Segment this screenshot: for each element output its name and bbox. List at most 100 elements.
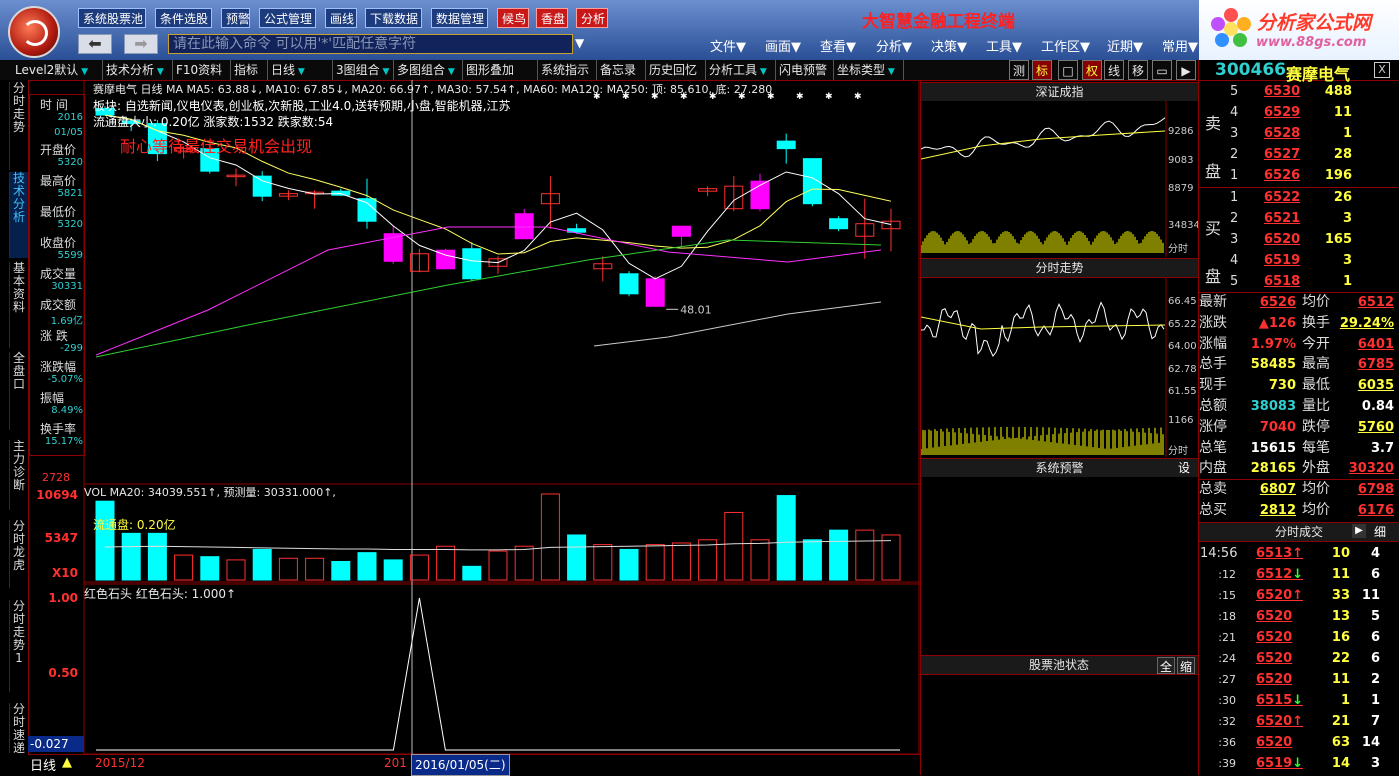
menu-item-1[interactable]: 画面▼: [765, 36, 801, 55]
toolbar2-item-4[interactable]: 日线 ▼: [268, 60, 333, 80]
period-up-icon[interactable]: ▲: [62, 755, 72, 770]
tick-time: :27: [1218, 673, 1236, 686]
alert-settings-button[interactable]: 设: [1178, 459, 1190, 476]
dropdown-icon[interactable]: ▼: [78, 67, 88, 77]
flower-logo-icon: [1209, 8, 1253, 52]
menu-item-8[interactable]: 常用▼: [1162, 36, 1198, 55]
toolbar2-item-2[interactable]: F10资料: [173, 60, 231, 80]
dropdown-icon[interactable]: ▼: [445, 67, 455, 77]
toolbar2-right-7[interactable]: ▶: [1176, 60, 1196, 80]
toolbar-button-4[interactable]: 画线: [325, 8, 357, 28]
alert-panel-title[interactable]: 系统预警: [921, 458, 1198, 478]
stat-label-2: 均价: [1302, 481, 1330, 498]
marker-star: ✱: [854, 92, 862, 102]
toolbar2-right-4[interactable]: 线: [1104, 60, 1124, 80]
toolbar2-item-5[interactable]: 3图组合 ▼: [333, 60, 394, 80]
sell-price[interactable]: 6528: [1264, 123, 1300, 144]
pool-shrink-button[interactable]: 缩: [1177, 657, 1195, 674]
command-input[interactable]: 请在此输入命令 可以用'*'匹配任意字符: [168, 34, 573, 54]
period-label[interactable]: 日线: [30, 755, 56, 774]
close-icon[interactable]: X: [1374, 62, 1390, 78]
sell-volume: 196: [1324, 168, 1352, 183]
toolbar-button-9[interactable]: 分析: [576, 8, 608, 28]
toolbar-button-2[interactable]: 预警: [221, 8, 250, 28]
toolbar2-right-5[interactable]: 移: [1128, 60, 1148, 80]
menu-item-6[interactable]: 工作区▼: [1041, 36, 1090, 55]
toolbar2-right-3[interactable]: 权: [1082, 60, 1102, 80]
toolbar2-right-0[interactable]: 测: [1009, 60, 1029, 80]
left-tab-5[interactable]: 分时龙虎: [9, 520, 28, 588]
kline-chart[interactable]: 48.01✱ ✱ ✱ ✱ ✱ ✱ ✱ ✱ ✱ ✱106945347X101.000.50-0.02…: [28, 80, 920, 775]
stat-value-2: 30320: [1348, 461, 1394, 477]
toolbar2-item-7[interactable]: 图形叠加: [463, 60, 538, 80]
buy-volume: 165: [1324, 232, 1352, 247]
toolbar-button-3[interactable]: 公式管理: [259, 8, 316, 28]
buy-price[interactable]: 6521: [1264, 208, 1300, 229]
menu-item-4[interactable]: 决策▼: [931, 36, 967, 55]
stat-label-1: 最新: [1199, 294, 1227, 310]
menu-item-5[interactable]: 工具▼: [986, 36, 1022, 55]
toolbar2-item-8[interactable]: 系统指示: [538, 60, 597, 80]
brand-url: www.88gs.com: [1256, 35, 1367, 50]
ticks-detail-button[interactable]: 细: [1374, 523, 1386, 540]
left-tab-6[interactable]: 分时走势1: [9, 600, 28, 692]
pool-all-button[interactable]: 全: [1157, 657, 1175, 674]
ticks-expand-icon[interactable]: ▶: [1352, 524, 1366, 538]
minute-chart[interactable]: 66.45 65.22 64.00 62.78 61.55 1166 分时: [921, 277, 1198, 457]
buy-price[interactable]: 6518: [1264, 271, 1300, 292]
index-panel-title[interactable]: 深证成指: [921, 82, 1198, 102]
toolbar2-item-6[interactable]: 多图组合 ▼: [394, 60, 463, 80]
dropdown-icon[interactable]: ▼: [757, 67, 767, 77]
toolbar2-right-6[interactable]: ▭: [1152, 60, 1172, 80]
left-tab-3[interactable]: 全盘口: [9, 352, 28, 430]
toolbar-button-1[interactable]: 条件选股: [155, 8, 212, 28]
toolbar2-right-1[interactable]: 标: [1032, 60, 1052, 80]
left-tab-0[interactable]: 分时走势: [9, 82, 28, 170]
stat-label-1: 总卖: [1199, 481, 1227, 498]
toolbar2-item-12[interactable]: 闪电预警: [776, 60, 834, 80]
toolbar2-item-3[interactable]: 指标: [231, 60, 268, 80]
buy-price[interactable]: 6522: [1264, 187, 1300, 208]
toolbar2-item-11[interactable]: 分析工具 ▼: [706, 60, 776, 80]
buy-price[interactable]: 6519: [1264, 250, 1300, 271]
menu-item-7[interactable]: 近期▼: [1107, 36, 1143, 55]
toolbar-button-6[interactable]: 数据管理: [431, 8, 488, 28]
buy-price[interactable]: 6520: [1264, 229, 1300, 250]
sell-price[interactable]: 6527: [1264, 144, 1300, 165]
sell-price[interactable]: 6530: [1264, 81, 1300, 102]
toolbar-button-5[interactable]: 下载数据: [365, 8, 422, 28]
toolbar-button-0[interactable]: 系统股票池: [78, 8, 146, 28]
sell-price[interactable]: 6529: [1264, 102, 1300, 123]
back-arrow-icon[interactable]: ⬅: [78, 34, 112, 54]
dropdown-icon[interactable]: ▼: [885, 67, 895, 77]
menu-item-0[interactable]: 文件▼: [710, 36, 746, 55]
tick-volume: 14: [1331, 756, 1350, 771]
sell-volume: 488: [1324, 84, 1352, 99]
stat-value-2: 6798: [1357, 482, 1394, 498]
dropdown-icon[interactable]: ▼: [380, 67, 390, 77]
toolbar2-item-10[interactable]: 历史回忆: [646, 60, 706, 80]
left-tab-1[interactable]: 技术分析: [9, 172, 28, 258]
toolbar-button-8[interactable]: 香盘: [536, 8, 568, 28]
ticks-title[interactable]: 分时成交: [1199, 522, 1399, 542]
toolbar2-right-2[interactable]: □: [1058, 60, 1078, 80]
minute-panel-title[interactable]: 分时走势: [921, 258, 1198, 278]
menu-item-2[interactable]: 查看▼: [820, 36, 856, 55]
volume-bar: [724, 511, 744, 581]
menu-item-3[interactable]: 分析▼: [876, 36, 912, 55]
forward-arrow-icon[interactable]: ➡: [124, 34, 158, 54]
toolbar-button-7[interactable]: 候鸟: [497, 8, 529, 28]
sell-price[interactable]: 6526: [1264, 165, 1300, 186]
index-chart[interactable]: 9286 9083 8879 34834 分时: [921, 101, 1198, 257]
left-tab-4[interactable]: 主力诊断: [9, 440, 28, 510]
command-dropdown-icon[interactable]: ▼: [575, 36, 584, 50]
toolbar2-item-13[interactable]: 坐标类型 ▼: [834, 60, 904, 80]
dropdown-icon[interactable]: ▼: [154, 67, 164, 77]
toolbar2-item-1[interactable]: 技术分析 ▼: [103, 60, 173, 80]
toolbar2-item-9[interactable]: 备忘录: [597, 60, 646, 80]
dropdown-icon[interactable]: ▼: [295, 67, 305, 77]
left-tab-2[interactable]: 基本资料: [9, 262, 28, 348]
stat-value-2: 6401: [1357, 336, 1394, 352]
toolbar2-item-0[interactable]: Level2默认 ▼: [12, 60, 103, 80]
left-tab-7[interactable]: 分时速递: [9, 703, 28, 755]
